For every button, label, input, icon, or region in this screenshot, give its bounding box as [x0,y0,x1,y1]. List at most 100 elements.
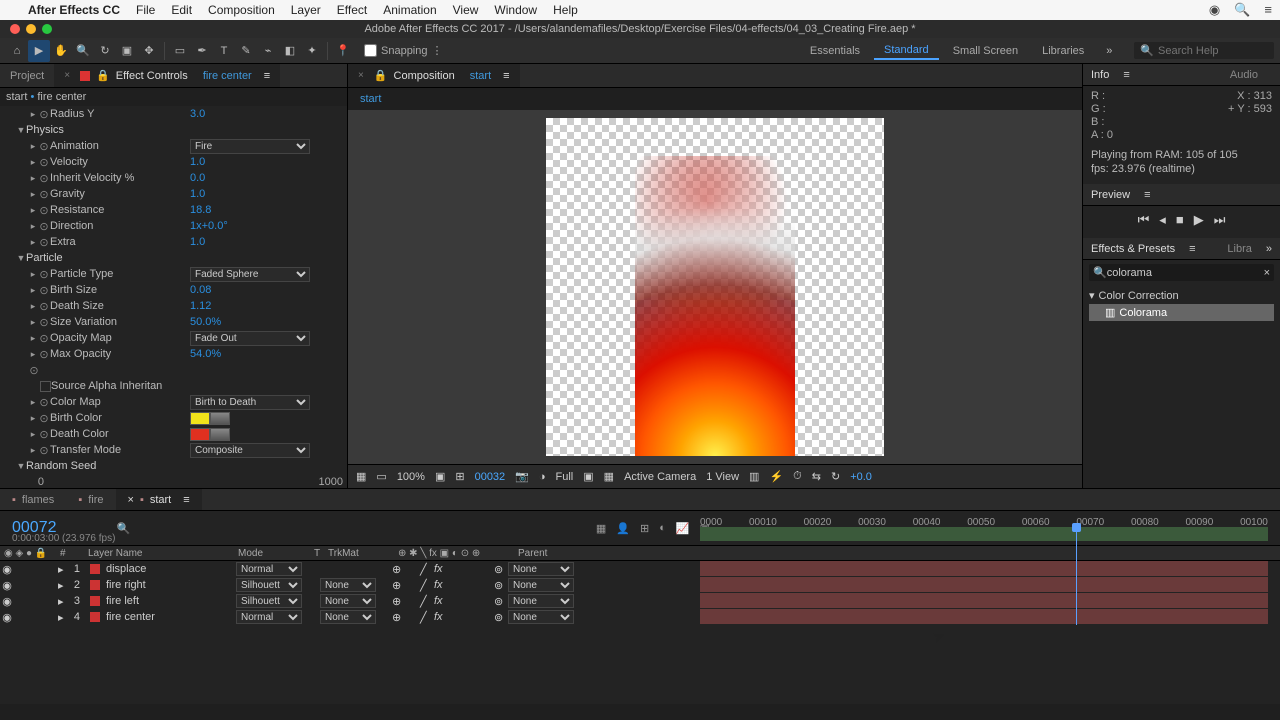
motion-blur-icon[interactable]: ◐ [659,522,666,535]
parent-dropdown[interactable]: None [508,594,574,608]
panel-menu-icon[interactable]: ≡ [1123,69,1129,81]
viewer-display-icon[interactable]: ▭ [376,470,386,483]
last-frame-icon[interactable]: ⏭ [1214,212,1226,228]
effects-item-colorama[interactable]: ▥Colorama [1089,304,1274,321]
tab-effects-presets[interactable]: Effects & Presets [1091,243,1175,255]
search-help[interactable]: 🔍 [1134,42,1274,59]
pen-tool-icon[interactable]: ✒ [191,40,213,62]
workspace-essentials[interactable]: Essentials [800,43,870,59]
clone-tool-icon[interactable]: ⌁ [257,40,279,62]
tab-effect-controls[interactable]: × 🔒 Effect Controls fire center ≡ [54,64,280,87]
trkmat-dropdown[interactable]: None [320,594,376,608]
timeline-tab-flames[interactable]: ▪flames [0,489,66,510]
rotobrush-tool-icon[interactable]: ✦ [301,40,323,62]
parent-dropdown[interactable]: None [508,610,574,624]
pixel-aspect-icon[interactable]: ▥ [749,470,759,483]
effects-search-input[interactable] [1107,267,1264,279]
tab-composition[interactable]: × 🔒 Composition start ≡ [348,64,520,87]
tab-project[interactable]: Project [0,64,54,87]
panel-menu-icon[interactable]: ≡ [1144,189,1150,201]
resolution-dropdown[interactable]: Full [556,471,574,483]
property-row[interactable]: ▸⊙Velocity1.0 [4,154,343,170]
property-value[interactable]: 1.12 [190,300,211,312]
menu-extras-icon[interactable]: ≡ [1264,2,1272,18]
menu-layer[interactable]: Layer [283,3,329,17]
zoom-dropdown[interactable]: 100% [397,471,425,483]
close-icon[interactable]: × [64,70,70,81]
property-value[interactable]: 0.08 [190,284,211,296]
visibility-icon[interactable]: ◉ [0,579,14,592]
close-icon[interactable]: × [358,70,364,81]
camera-tool-icon[interactable]: ▣ [116,40,138,62]
exposure-value[interactable]: +0.0 [850,471,872,483]
property-row[interactable]: ▼Particle [4,250,343,266]
blend-mode-dropdown[interactable]: Silhouett [236,578,302,592]
property-row[interactable]: ▸⊙Particle TypeFaded Sphere [4,266,343,282]
panel-menu-icon[interactable]: 🔒 [96,69,110,82]
menu-composition[interactable]: Composition [200,3,283,17]
snapping-toggle[interactable]: Snapping ⋮ [364,44,443,57]
tab-info[interactable]: Info [1091,69,1109,81]
layer-track-bar[interactable] [700,609,1268,625]
effects-search[interactable]: 🔍 × [1089,264,1274,281]
flowchart-icon[interactable]: ⇆ [812,470,821,483]
snapshot-icon[interactable]: 📷 [515,470,529,483]
spotlight-icon[interactable]: 🔍 [1234,2,1250,18]
property-dropdown[interactable]: Fade Out [190,331,310,346]
window-close-button[interactable] [10,24,20,34]
workspace-overflow-icon[interactable]: » [1098,40,1120,62]
menu-effect[interactable]: Effect [329,3,375,17]
property-value[interactable]: 18.8 [190,204,211,216]
reset-exposure-icon[interactable]: ↻ [831,470,840,483]
shy-icon[interactable]: 👤 [616,522,630,535]
property-value[interactable]: 1x+0.0° [190,220,228,232]
hand-tool-icon[interactable]: ✋ [50,40,72,62]
property-row[interactable]: ▸⊙Resistance18.8 [4,202,343,218]
layer-track-bar[interactable] [700,593,1268,609]
timeline-search-icon[interactable]: 🔍 [117,522,131,535]
property-row[interactable]: 01000 [4,474,343,488]
effects-group[interactable]: ▾Color Correction [1089,287,1274,304]
property-row[interactable]: ▸⊙Death Color [4,426,343,442]
property-row[interactable]: ▸⊙Inherit Velocity %0.0 [4,170,343,186]
timeline-icon[interactable]: ⏱ [793,470,802,483]
composition-viewer[interactable] [348,110,1082,464]
viewer-res-icon[interactable]: ▣ [435,470,445,483]
timeline-tab-fire[interactable]: ▪fire [66,489,115,510]
window-minimize-button[interactable] [26,24,36,34]
source-alpha-checkbox[interactable]: Source Alpha Inheritan [4,378,343,394]
frame-blend-icon[interactable]: ⊞ [640,522,649,535]
text-tool-icon[interactable]: T [213,40,235,62]
property-row[interactable]: ▸⊙Death Size1.12 [4,298,343,314]
property-value[interactable]: 1.0 [190,236,205,248]
home-icon[interactable]: ⌂ [6,40,28,62]
brush-tool-icon[interactable]: ✎ [235,40,257,62]
channel-icon[interactable]: ◑ [539,471,546,483]
comp-mini-flow[interactable]: start [360,93,381,105]
viewer-grid-icon[interactable]: ⊞ [455,470,464,483]
property-dropdown[interactable]: Fire [190,139,310,154]
property-row[interactable]: ▸⊙Birth Color [4,410,343,426]
blend-mode-dropdown[interactable]: Normal [236,610,302,624]
current-frame[interactable]: 00032 [475,471,506,483]
layer-track-bar[interactable] [700,577,1268,593]
property-value[interactable]: 0.0 [190,172,205,184]
menu-file[interactable]: File [128,3,163,17]
prev-frame-icon[interactable]: ◂ [1159,212,1166,228]
play-icon[interactable]: ▶ [1194,212,1204,228]
property-value[interactable]: 50.0% [190,316,221,328]
tab-libraries[interactable]: Libra [1227,243,1251,255]
comp-mini-icon[interactable]: ▦ [596,522,606,535]
menu-animation[interactable]: Animation [375,3,444,17]
panel-menu-icon[interactable]: ≡ [264,70,270,82]
property-row[interactable]: ▸⊙AnimationFire [4,138,343,154]
property-row[interactable]: ▸⊙Direction1x+0.0° [4,218,343,234]
property-row[interactable]: ▸⊙Max Opacity54.0% [4,346,343,362]
tab-preview[interactable]: Preview [1091,189,1130,201]
property-row[interactable]: ▼Random Seed [4,458,343,474]
menu-edit[interactable]: Edit [163,3,200,17]
visibility-icon[interactable]: ◉ [0,595,14,608]
graph-editor-icon[interactable]: 📈 [676,522,690,535]
property-value[interactable]: 1.0 [190,156,205,168]
first-frame-icon[interactable]: ⏮ [1138,212,1150,228]
